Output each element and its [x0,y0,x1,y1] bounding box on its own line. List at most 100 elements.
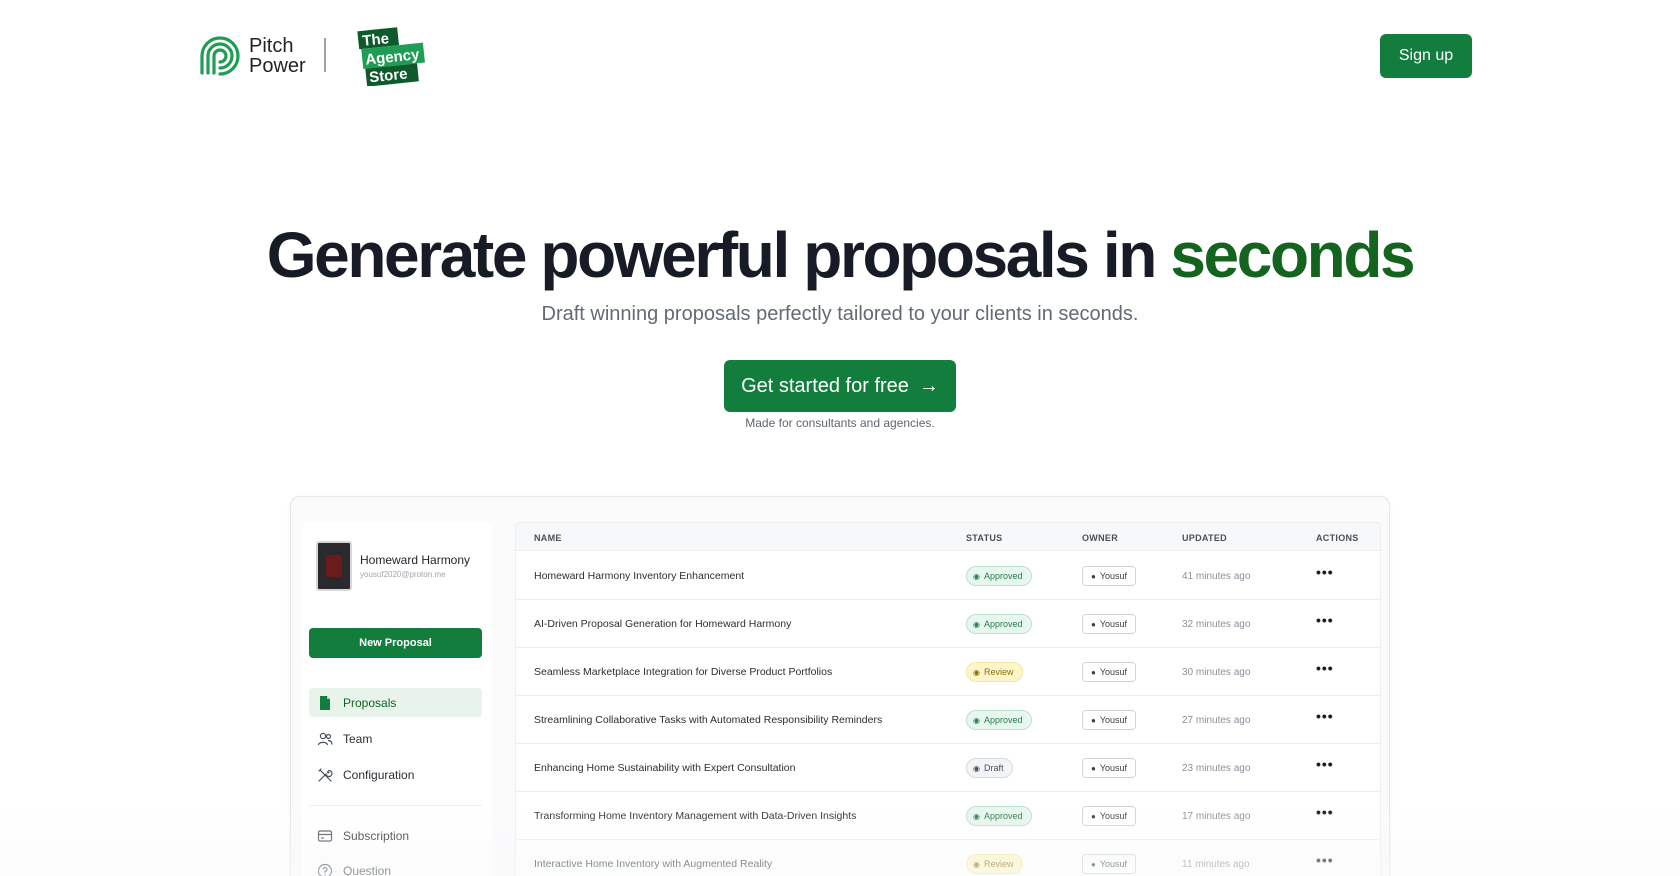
tools-icon [318,767,333,782]
status-badge: ◉ Approved [966,710,1032,730]
cta-note: Made for consultants and agencies. [745,416,935,430]
table-row[interactable]: Homeward Harmony Inventory Enhancement ◉ A… [516,552,1380,600]
more-actions-icon[interactable]: ••• [1316,564,1334,580]
table-header-row: NAME STATUS OWNER UPDATED ACTIONS [516,523,1380,551]
owner-label: Yousuf [1099,811,1128,821]
hero-subtitle: Draft winning proposals perfectly tailor… [541,303,1139,325]
owner-label: Yousuf [1099,763,1128,773]
owner-label: Yousuf [1099,715,1128,725]
eye-icon: ◉ [973,571,980,581]
more-actions-icon[interactable]: ••• [1316,660,1334,676]
person-icon: ● [1091,859,1096,869]
hero-title-accent: seconds [1170,219,1415,291]
proposal-name[interactable]: Seamless Marketplace Integration for Div… [534,666,832,678]
hero-title-main: Generate powerful proposals in [266,219,1158,291]
column-header-actions: ACTIONS [1316,533,1359,543]
eye-icon: ◉ [973,763,980,773]
sidebar-item-configuration[interactable]: Configuration [309,760,482,789]
proposal-name[interactable]: Transforming Home Inventory Management w… [534,810,856,822]
owner-chip: ● Yousuf [1082,854,1137,874]
table-row[interactable]: Streamlining Collaborative Tasks with Au… [516,696,1380,744]
sidebar-item-proposals[interactable]: Proposals [309,688,482,717]
new-proposal-button[interactable]: New Proposal [309,628,482,658]
person-icon: ● [1091,763,1096,773]
table-row[interactable]: Enhancing Home Sustainability with Exper… [516,744,1380,792]
proposals-table: NAME STATUS OWNER UPDATED ACTIONS Homewa… [515,522,1381,876]
profile-card[interactable]: Homeward Harmony yousuf2020@proton.me [316,540,486,592]
sidebar-item-label: Configuration [343,767,415,782]
credit-card-icon [317,829,333,842]
owner-chip: ● Yousuf [1082,662,1137,682]
sidebar-item-team[interactable]: Team [309,724,482,753]
profile-name: Homeward Harmony [360,553,471,567]
status-badge: ◉ Approved [966,806,1032,826]
sidebar-item-label: Team [343,731,373,746]
document-icon [320,695,330,710]
status-badge: ◉ Draft [966,758,1013,778]
owner-label: Yousuf [1099,859,1128,869]
brand-name-line2: Power [249,55,306,77]
more-actions-icon[interactable]: ••• [1316,612,1334,628]
proposal-name[interactable]: Homeward Harmony Inventory Enhancement [534,570,744,582]
more-actions-icon[interactable]: ••• [1316,804,1334,820]
more-actions-icon[interactable]: ••• [1316,852,1334,868]
eye-icon: ◉ [973,715,980,725]
updated-time: 32 minutes ago [1182,619,1251,630]
proposal-name[interactable]: Streamlining Collaborative Tasks with Au… [534,714,882,726]
sidebar-item-question[interactable]: Question [309,856,482,876]
proposal-name[interactable]: Interactive Home Inventory with Augmente… [534,858,772,870]
avatar [316,541,352,591]
owner-chip: ● Yousuf [1082,710,1137,730]
more-actions-icon[interactable]: ••• [1316,708,1334,724]
column-header-status[interactable]: STATUS [966,533,1002,543]
status-label: Approved [983,715,1023,725]
table-row[interactable]: Seamless Marketplace Integration for Div… [516,648,1380,696]
status-label: Review [983,667,1014,677]
status-label: Approved [983,811,1023,821]
owner-chip: ● Yousuf [1082,566,1137,586]
status-badge: ◉ Approved [966,566,1032,586]
more-actions-icon[interactable]: ••• [1316,756,1334,772]
column-header-name[interactable]: NAME [534,533,562,543]
eye-icon: ◉ [973,667,980,677]
column-header-updated[interactable]: UPDATED [1182,533,1227,543]
users-icon [317,732,333,745]
brand-name-line1: Pitch [249,35,294,57]
get-started-button[interactable]: Get started for free → [724,360,956,412]
agency-store-logo[interactable]: The Agency Store [356,24,426,86]
status-label: Draft [983,763,1004,773]
person-icon: ● [1091,667,1096,677]
profile-email: yousuf2020@proton.me [360,570,446,579]
updated-time: 17 minutes ago [1182,811,1251,822]
logo-divider [324,38,326,72]
updated-time: 11 minutes ago [1182,859,1250,870]
svg-text:Store: Store [368,65,408,86]
table-row[interactable]: AI-Driven Proposal Generation for Homewa… [516,600,1380,648]
eye-icon: ◉ [973,859,980,869]
owner-label: Yousuf [1099,667,1128,677]
status-badge: ◉ Review [966,854,1023,874]
sign-up-button[interactable]: Sign up [1380,34,1472,78]
table-row[interactable]: Interactive Home Inventory with Augmente… [516,840,1380,876]
owner-chip: ● Yousuf [1082,758,1137,778]
status-label: Review [983,859,1014,869]
status-badge: ◉ Review [966,662,1023,682]
proposal-name[interactable]: AI-Driven Proposal Generation for Homewa… [534,618,791,630]
arrow-right-icon: → [918,374,939,397]
sidebar-item-subscription[interactable]: Subscription [309,821,482,850]
updated-time: 41 minutes ago [1182,571,1251,582]
pitch-power-logo[interactable]: Pitch Power [199,34,306,78]
sidebar-item-label: Subscription [343,828,410,843]
hero-title: Generate powerful proposals in seconds [0,218,1680,292]
sidebar-item-label: Question [343,863,392,876]
status-label: Approved [983,571,1023,581]
column-header-owner[interactable]: OWNER [1082,533,1118,543]
eye-icon: ◉ [973,619,980,629]
person-icon: ● [1091,571,1096,581]
updated-time: 30 minutes ago [1182,667,1251,678]
proposal-name[interactable]: Enhancing Home Sustainability with Exper… [534,762,795,774]
owner-chip: ● Yousuf [1082,806,1137,826]
help-circle-icon [317,863,333,876]
table-row[interactable]: Transforming Home Inventory Management w… [516,792,1380,840]
owner-chip: ● Yousuf [1082,614,1137,634]
